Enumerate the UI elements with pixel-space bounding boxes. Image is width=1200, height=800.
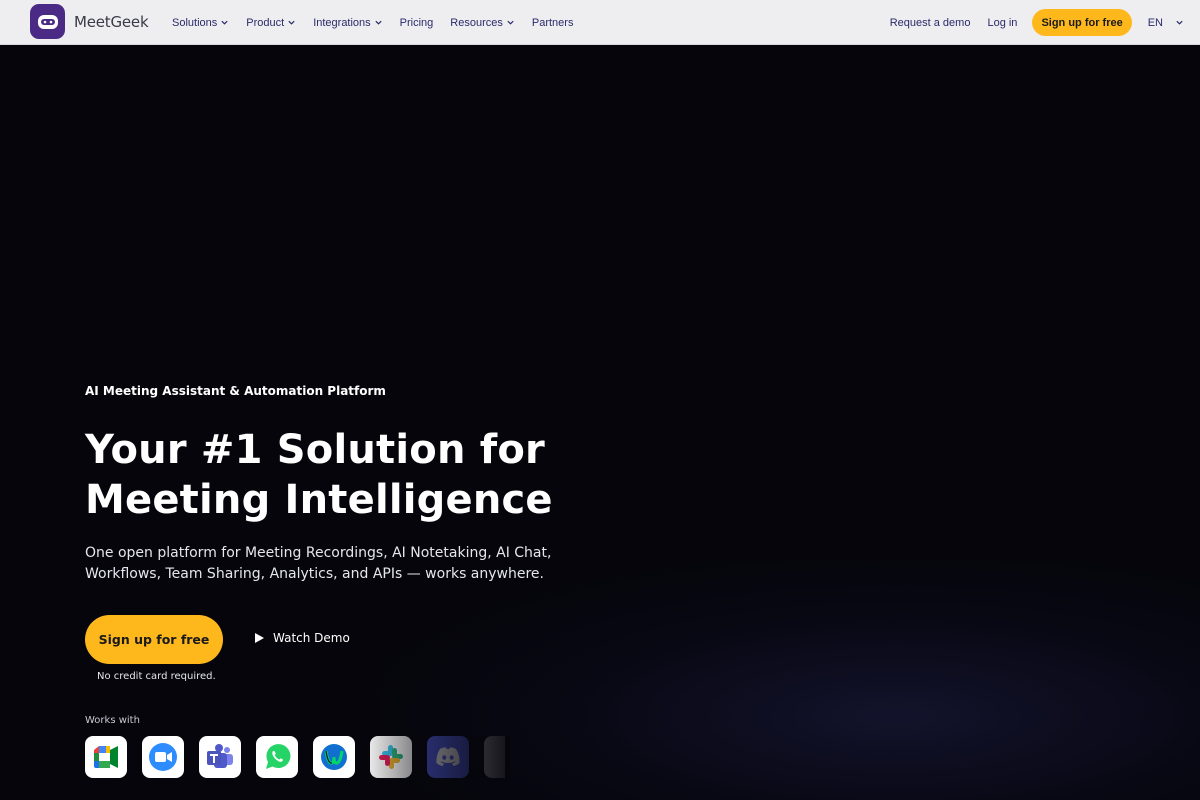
- play-icon: [255, 633, 264, 643]
- headline-line-2: Meeting Intelligence: [85, 477, 553, 523]
- chevron-down-icon: [1176, 20, 1183, 25]
- google-meet-icon[interactable]: [85, 736, 127, 778]
- nav-item-pricing[interactable]: Pricing: [400, 17, 434, 29]
- whatsapp-icon[interactable]: [256, 736, 298, 778]
- nav-item-label: Resources: [450, 16, 503, 29]
- header-signup-button[interactable]: Sign up for free: [1032, 9, 1132, 36]
- hero-subtext: One open platform for Meeting Recordings…: [85, 545, 552, 582]
- hero-eyebrow: AI Meeting Assistant & Automation Platfo…: [85, 384, 386, 398]
- chevron-down-icon: [288, 20, 295, 25]
- nav-item-label: Integrations: [313, 16, 371, 29]
- robot-logo-icon: [30, 4, 65, 39]
- watch-demo-button[interactable]: Watch Demo: [253, 631, 350, 645]
- login-link[interactable]: Log in: [987, 17, 1017, 29]
- nav-item-label: Product: [246, 16, 285, 29]
- nav-item-label: Solutions: [172, 16, 218, 29]
- nav-item-product[interactable]: Product: [246, 17, 296, 29]
- headline-line-1: Your #1 Solution for: [85, 427, 545, 473]
- chevron-down-icon: [375, 20, 382, 25]
- microsoft-teams-icon[interactable]: [199, 736, 241, 778]
- integrations-fade-overlay: [360, 736, 510, 778]
- nav-item-partners[interactable]: Partners: [532, 17, 574, 29]
- nav-item-resources[interactable]: Resources: [450, 17, 515, 29]
- chevron-down-icon: [507, 20, 514, 25]
- watch-demo-label: Watch Demo: [273, 631, 350, 645]
- webex-icon[interactable]: [313, 736, 355, 778]
- main-nav: Solutions Product Integrations Pricing R…: [172, 0, 573, 45]
- nav-item-label: Pricing: [399, 16, 434, 29]
- language-label: EN: [1147, 16, 1163, 29]
- works-with-label: Works with: [85, 715, 140, 726]
- request-demo-link[interactable]: Request a demo: [890, 17, 971, 29]
- hero-headline: Your #1 Solution for Meeting Intelligenc…: [85, 425, 645, 525]
- zoom-icon[interactable]: [142, 736, 184, 778]
- brand-name: MeetGeek: [74, 12, 149, 31]
- header-actions: Request a demo Log in Sign up for free E…: [890, 0, 1184, 45]
- nav-item-label: Partners: [531, 16, 574, 29]
- brand-logo[interactable]: MeetGeek: [30, 4, 149, 39]
- chevron-down-icon: [221, 20, 228, 25]
- nav-item-solutions[interactable]: Solutions: [172, 17, 229, 29]
- site-header: MeetGeek Solutions Product Integrations …: [0, 0, 1200, 45]
- hero-signup-button[interactable]: Sign up for free: [85, 615, 223, 664]
- hero-signup-label: Sign up for free: [98, 632, 210, 647]
- language-selector[interactable]: EN: [1148, 17, 1184, 29]
- no-credit-card-note: No credit card required.: [97, 671, 216, 682]
- nav-item-integrations[interactable]: Integrations: [313, 17, 382, 29]
